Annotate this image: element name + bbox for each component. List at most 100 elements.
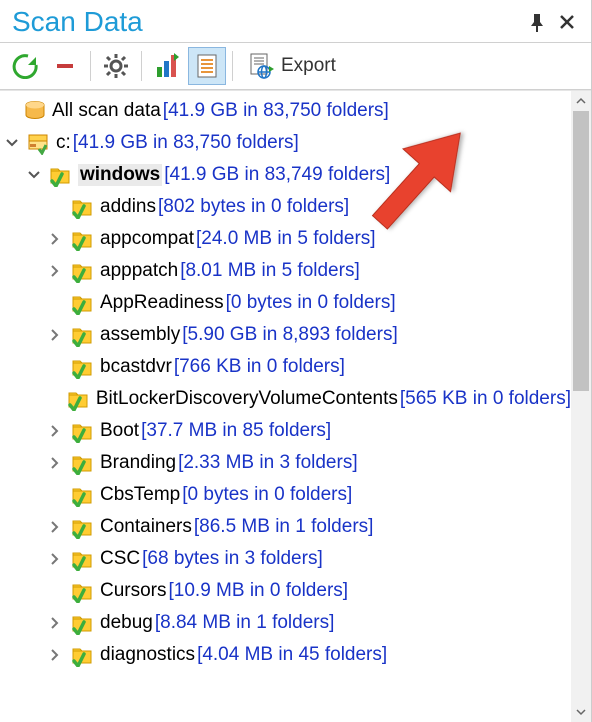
- chevron-right-icon: [50, 521, 60, 533]
- node-stats: [2.33 MB in 3 folders]: [178, 452, 358, 474]
- refresh-button[interactable]: [6, 47, 44, 85]
- node-stats: [37.7 MB in 85 folders]: [141, 420, 331, 442]
- tree-row[interactable]: apppatch [8.01 MB in 5 folders]: [0, 255, 571, 287]
- node-name: Boot: [100, 420, 139, 442]
- scroll-track[interactable]: [571, 111, 591, 702]
- close-button[interactable]: [555, 10, 579, 34]
- node-stats: [24.0 MB in 5 folders]: [196, 228, 376, 250]
- expander[interactable]: [28, 169, 48, 181]
- tree-row[interactable]: diagnostics [4.04 MB in 45 folders]: [0, 639, 571, 671]
- tree-row-selected[interactable]: windows [41.9 GB in 83,749 folders]: [0, 159, 571, 191]
- list-view-button[interactable]: [188, 47, 226, 85]
- toolbar-separator: [90, 51, 91, 81]
- expander[interactable]: [50, 617, 70, 629]
- folder-icon: [70, 578, 96, 604]
- folder-icon: [67, 386, 92, 412]
- scroll-thumb[interactable]: [573, 111, 589, 391]
- folder-icon: [70, 226, 96, 252]
- expander[interactable]: [50, 425, 70, 437]
- node-name: c:: [56, 132, 71, 154]
- chevron-right-icon: [50, 233, 60, 245]
- node-stats: [8.84 MB in 1 folders]: [155, 612, 335, 634]
- tree-row[interactable]: CSC [68 bytes in 3 folders]: [0, 543, 571, 575]
- expander[interactable]: [50, 649, 70, 661]
- chevron-down-icon: [6, 137, 18, 149]
- node-name: AppReadiness: [100, 292, 224, 314]
- tree-row[interactable]: Containers [86.5 MB in 1 folders]: [0, 511, 571, 543]
- scroll-up-button[interactable]: [571, 91, 591, 111]
- node-name: Cursors: [100, 580, 167, 602]
- chevron-right-icon: [50, 265, 60, 277]
- scroll-down-button[interactable]: [571, 702, 591, 722]
- export-button[interactable]: Export: [239, 47, 344, 85]
- node-name: debug: [100, 612, 153, 634]
- toolbar-separator: [141, 51, 142, 81]
- chevron-right-icon: [50, 425, 60, 437]
- chevron-right-icon: [50, 553, 60, 565]
- chevron-right-icon: [50, 617, 60, 629]
- close-icon: [559, 14, 575, 30]
- tree-row[interactable]: addins [802 bytes in 0 folders]: [0, 191, 571, 223]
- node-name: Branding: [100, 452, 176, 474]
- tree-row[interactable]: debug [8.84 MB in 1 folders]: [0, 607, 571, 639]
- tree-row[interactable]: assembly [5.90 GB in 8,893 folders]: [0, 319, 571, 351]
- expander[interactable]: [50, 457, 70, 469]
- node-name: CSC: [100, 548, 140, 570]
- folder-icon: [70, 642, 96, 668]
- node-name: apppatch: [100, 260, 178, 282]
- tree-row[interactable]: BitLockerDiscoveryVolumeContents [565 KB…: [0, 383, 571, 415]
- node-name: diagnostics: [100, 644, 195, 666]
- node-stats: [86.5 MB in 1 folders]: [194, 516, 374, 538]
- node-stats: [41.9 GB in 83,750 folders]: [163, 100, 389, 122]
- tree-row[interactable]: Boot [37.7 MB in 85 folders]: [0, 415, 571, 447]
- vertical-scrollbar[interactable]: [571, 91, 591, 722]
- chevron-right-icon: [50, 457, 60, 469]
- gear-icon: [103, 53, 129, 79]
- settings-button[interactable]: [97, 47, 135, 85]
- expander[interactable]: [50, 329, 70, 341]
- export-label: Export: [281, 55, 336, 77]
- expander[interactable]: [50, 521, 70, 533]
- expander[interactable]: [50, 553, 70, 565]
- toolbar: Export: [0, 42, 591, 90]
- node-name: All scan data: [52, 100, 161, 122]
- expander[interactable]: [6, 137, 26, 149]
- tree-row[interactable]: AppReadiness [0 bytes in 0 folders]: [0, 287, 571, 319]
- folder-icon: [70, 450, 96, 476]
- export-icon: [247, 52, 275, 80]
- panel-title-bar: Scan Data: [0, 0, 591, 42]
- tree-row-drive[interactable]: c: [41.9 GB in 83,750 folders]: [0, 127, 571, 159]
- node-stats: [565 KB in 0 folders]: [400, 388, 571, 410]
- node-stats: [68 bytes in 3 folders]: [142, 548, 323, 570]
- remove-button[interactable]: [46, 47, 84, 85]
- chart-view-button[interactable]: [148, 47, 186, 85]
- tree-row[interactable]: appcompat [24.0 MB in 5 folders]: [0, 223, 571, 255]
- tree-row[interactable]: Branding [2.33 MB in 3 folders]: [0, 447, 571, 479]
- node-stats: [0 bytes in 0 folders]: [226, 292, 396, 314]
- document-icon: [194, 53, 220, 79]
- node-name: bcastdvr: [100, 356, 172, 378]
- folder-icon: [70, 546, 96, 572]
- pin-icon: [528, 12, 546, 32]
- folder-icon: [70, 194, 96, 220]
- tree-row[interactable]: Cursors [10.9 MB in 0 folders]: [0, 575, 571, 607]
- panel-title: Scan Data: [12, 6, 519, 38]
- expander[interactable]: [50, 233, 70, 245]
- tree-view[interactable]: All scan data [41.9 GB in 83,750 folders…: [0, 91, 571, 722]
- tree-row-root[interactable]: All scan data [41.9 GB in 83,750 folders…: [0, 95, 571, 127]
- node-name: windows: [78, 164, 162, 186]
- expander[interactable]: [50, 265, 70, 277]
- node-stats: [41.9 GB in 83,750 folders]: [73, 132, 299, 154]
- node-stats: [41.9 GB in 83,749 folders]: [164, 164, 390, 186]
- node-stats: [802 bytes in 0 folders]: [158, 196, 349, 218]
- refresh-icon: [12, 53, 38, 79]
- node-stats: [5.90 GB in 8,893 folders]: [182, 324, 397, 346]
- folder-icon: [70, 354, 96, 380]
- node-name: CbsTemp: [100, 484, 180, 506]
- tree-row[interactable]: CbsTemp [0 bytes in 0 folders]: [0, 479, 571, 511]
- pin-button[interactable]: [525, 10, 549, 34]
- folder-icon: [70, 258, 96, 284]
- toolbar-separator: [232, 51, 233, 81]
- folder-icon: [70, 610, 96, 636]
- tree-row[interactable]: bcastdvr [766 KB in 0 folders]: [0, 351, 571, 383]
